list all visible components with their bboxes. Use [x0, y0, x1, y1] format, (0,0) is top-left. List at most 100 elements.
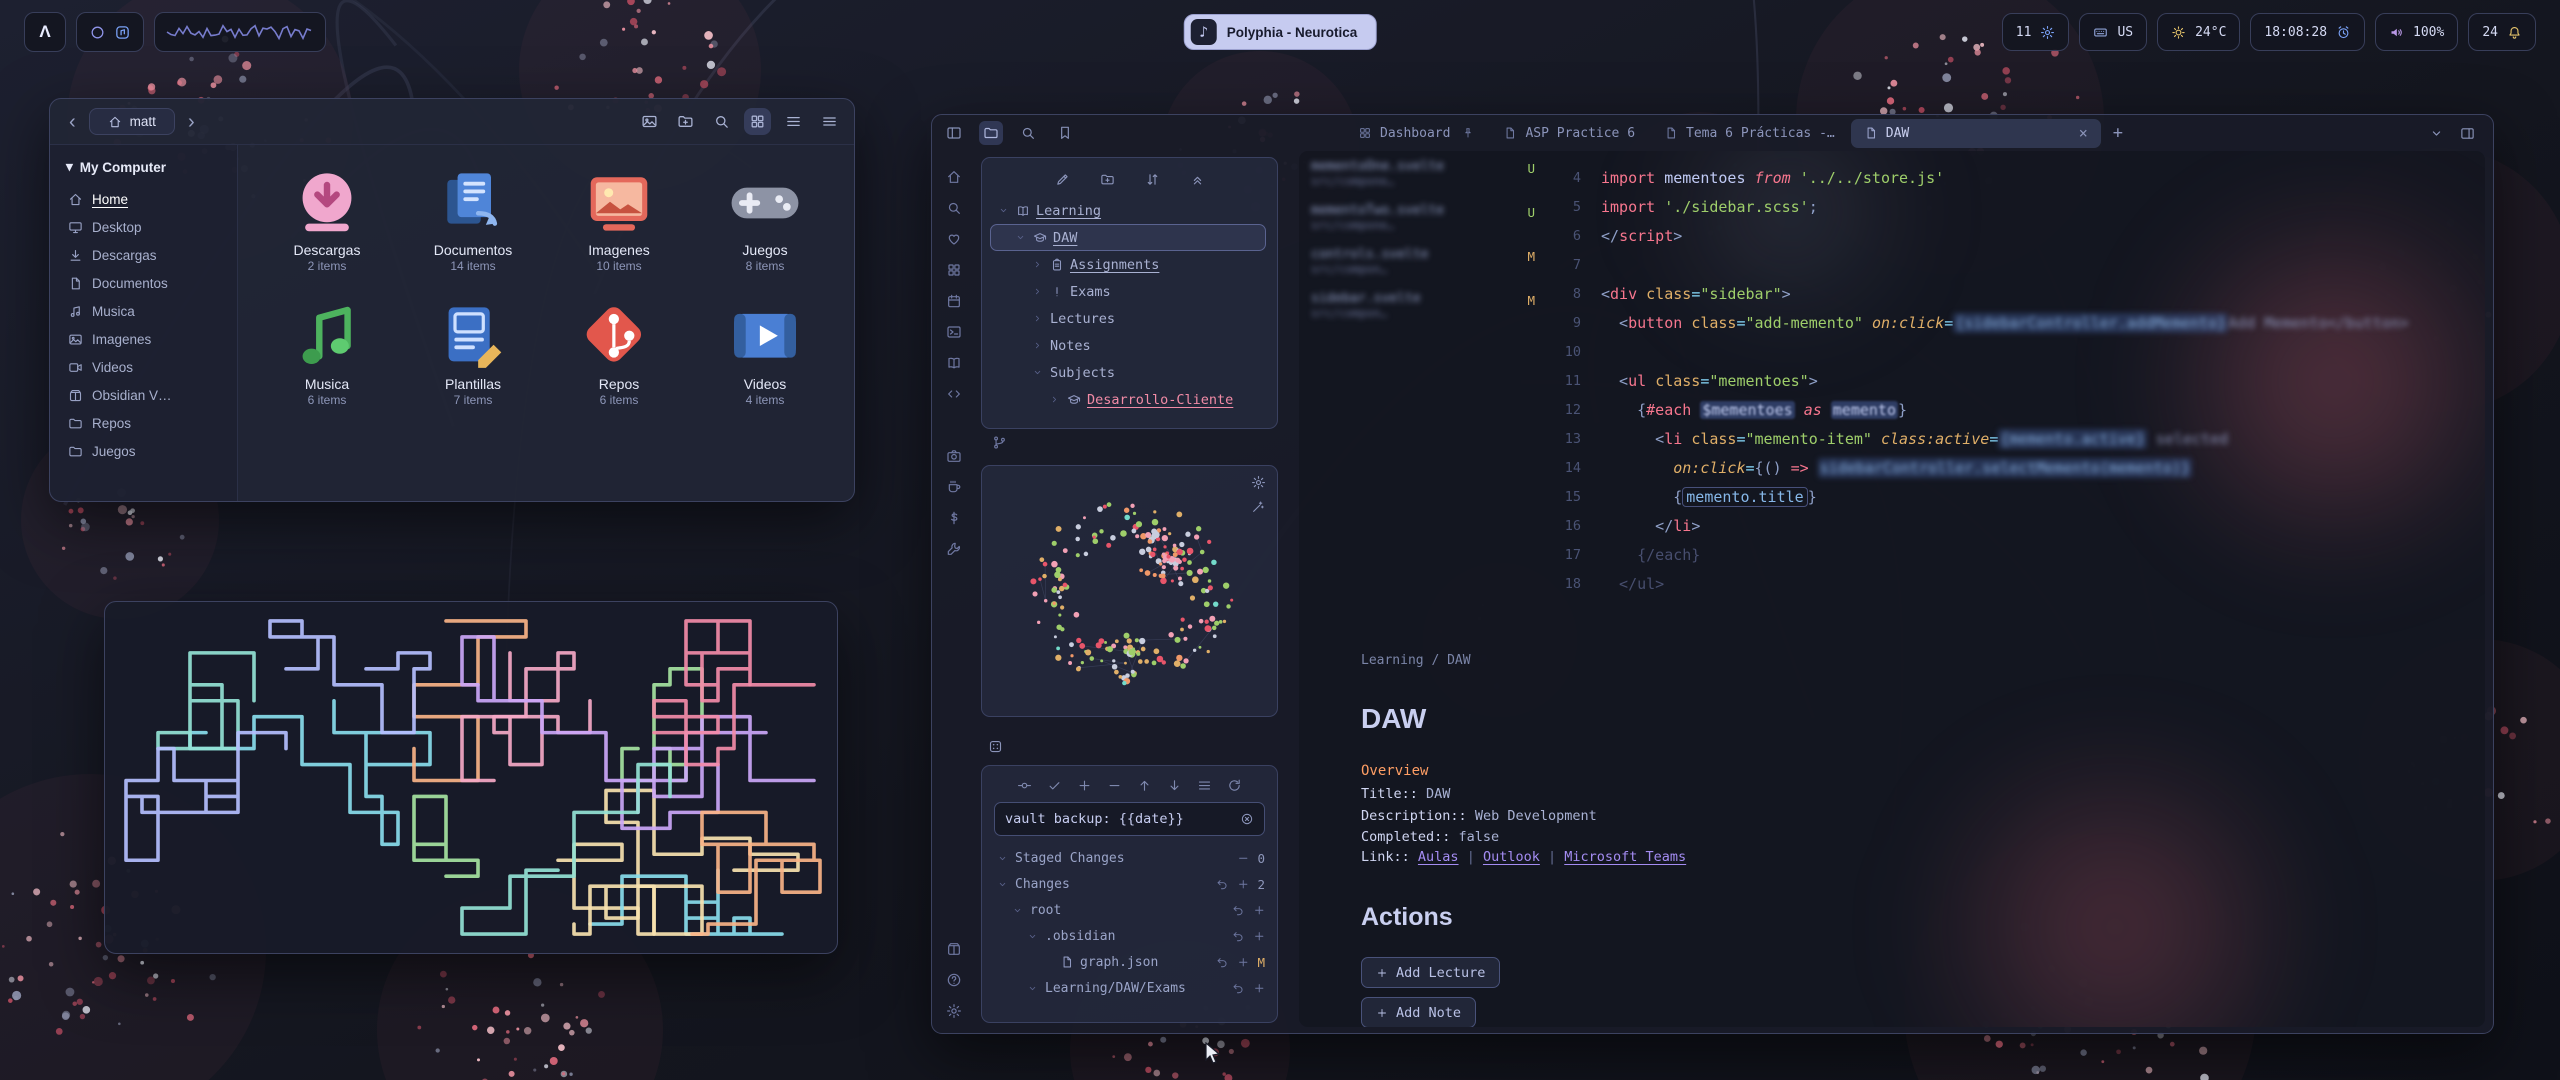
new-folder-icon[interactable] [1100, 172, 1115, 187]
folder-Plantillas[interactable]: Plantillas7 items [400, 293, 546, 415]
git-branch-icon[interactable] [992, 435, 1007, 450]
activity-tools-icon[interactable] [946, 541, 962, 557]
stage-all-icon[interactable] [1077, 778, 1092, 793]
collapse-all-icon[interactable] [1190, 172, 1205, 187]
grid-view-icon[interactable] [744, 108, 771, 135]
tab-Tema 6 Prácticas -…[interactable]: Tema 6 Prácticas -… [1651, 119, 1848, 148]
sidebar-item-Imagenes[interactable]: Imagenes [60, 325, 227, 353]
activity-code-icon[interactable] [946, 386, 962, 402]
editor-pane[interactable]: mementoOne.sveltesrc/compone…UmementoTwo… [1299, 151, 2485, 1027]
activity-help-icon[interactable] [946, 972, 962, 988]
sidebar-toggle-icon[interactable] [942, 121, 966, 145]
tab-ASP Practice 6[interactable]: ASP Practice 6 [1490, 119, 1648, 148]
new-tab-button[interactable]: + [2104, 123, 2132, 143]
tree-item-Learning[interactable]: Learning [990, 197, 1266, 224]
push-icon[interactable] [1137, 778, 1152, 793]
forward-button[interactable]: › [185, 112, 198, 132]
module-notifications[interactable]: 24 [2468, 13, 2536, 51]
sidebar-item-Home[interactable]: Home [60, 185, 227, 213]
new-folder-icon[interactable] [677, 113, 694, 130]
unstage-all-icon[interactable] [1107, 778, 1122, 793]
tray-app-music-icon[interactable] [114, 24, 131, 41]
plus-icon[interactable] [1253, 930, 1266, 943]
tab-Dashboard[interactable]: Dashboard [1345, 119, 1487, 148]
tree-item-Assignments[interactable]: Assignments [990, 251, 1266, 278]
minus-icon[interactable] [1237, 852, 1250, 865]
commit-all-icon[interactable] [1047, 778, 1062, 793]
activity-vault-icon[interactable] [946, 941, 962, 957]
source-control-pane-icon[interactable] [988, 739, 1003, 754]
tree-item-Notes[interactable]: Notes [990, 332, 1266, 359]
activity-finance-icon[interactable] [946, 510, 962, 526]
discard-icon[interactable] [1232, 904, 1245, 917]
commit-message-input[interactable] [1005, 811, 1232, 827]
module-updates[interactable]: 11 [2002, 13, 2070, 51]
change-list-icon[interactable] [1197, 778, 1212, 793]
activity-camera-icon[interactable] [946, 448, 962, 464]
list-view-icon[interactable] [785, 113, 802, 130]
tree-item-Subjects[interactable]: Subjects [990, 359, 1266, 386]
link-Aulas[interactable]: Aulas [1418, 849, 1459, 865]
git-row-Learning/DAW/Exams[interactable]: Learning/DAW/Exams [994, 975, 1265, 1001]
tab-DAW[interactable]: DAW× [1851, 119, 2101, 148]
sidebar-item-Obsidian V…[interactable]: Obsidian V… [60, 381, 227, 409]
activity-book-icon[interactable] [946, 355, 962, 371]
files-icon[interactable] [979, 121, 1003, 145]
folder-Musica[interactable]: Musica6 items [254, 293, 400, 415]
button-Add Note[interactable]: Add Note [1361, 997, 1476, 1027]
clear-message-icon[interactable] [1240, 812, 1254, 826]
tab-list-icon[interactable] [2429, 126, 2444, 141]
module-keyboard-layout[interactable]: US [2079, 13, 2147, 51]
activity-settings-icon[interactable] [946, 1003, 962, 1019]
git-row-Staged Changes[interactable]: Staged Changes0 [994, 845, 1265, 871]
split-editor-icon[interactable] [2460, 126, 2475, 141]
plus-icon[interactable] [1253, 904, 1266, 917]
search-icon[interactable] [1016, 121, 1040, 145]
activity-search-icon[interactable] [946, 200, 962, 216]
tree-item-DAW[interactable]: DAW [990, 224, 1266, 251]
git-row-graph.json[interactable]: graph.jsonM [994, 949, 1265, 975]
folder-Juegos[interactable]: Juegos8 items [692, 159, 838, 281]
sidebar-item-Descargas[interactable]: Descargas [60, 241, 227, 269]
sidebar-item-Videos[interactable]: Videos [60, 353, 227, 381]
sidebar-item-Juegos[interactable]: Juegos [60, 437, 227, 465]
sidebar-item-Documentos[interactable]: Documentos [60, 269, 227, 297]
search-icon[interactable] [713, 113, 730, 130]
sidebar-item-Desktop[interactable]: Desktop [60, 213, 227, 241]
breadcrumb[interactable]: matt [89, 108, 175, 135]
git-row-.obsidian[interactable]: .obsidian [994, 923, 1265, 949]
activity-bookmark-heart-icon[interactable] [946, 231, 962, 247]
activity-terminal-icon[interactable] [946, 324, 962, 340]
graph-settings-icon[interactable] [1251, 475, 1266, 490]
activity-home-icon[interactable] [946, 169, 962, 185]
button-Add Lecture[interactable]: Add Lecture [1361, 957, 1500, 988]
sidebar-item-Repos[interactable]: Repos [60, 409, 227, 437]
folder-Videos[interactable]: Videos4 items [692, 293, 838, 415]
activity-calendar-icon[interactable] [946, 293, 962, 309]
bookmarks-icon[interactable] [1053, 121, 1077, 145]
graph-filter-icon[interactable] [1251, 500, 1265, 514]
launcher-button[interactable]: Λ [24, 12, 66, 52]
commit-icon[interactable] [1017, 778, 1032, 793]
now-playing-widget[interactable]: ♪ Polyphia - Neurotica [1184, 14, 1377, 50]
folder-Documentos[interactable]: Documentos14 items [400, 159, 546, 281]
new-note-icon[interactable] [1055, 172, 1070, 187]
menu-icon[interactable] [821, 113, 838, 130]
folder-Descargas[interactable]: Descargas2 items [254, 159, 400, 281]
discard-icon[interactable] [1216, 956, 1229, 969]
link-Outlook[interactable]: Outlook [1483, 849, 1540, 865]
screenshot-icon[interactable] [641, 113, 658, 130]
plus-icon[interactable] [1253, 982, 1266, 995]
back-button[interactable]: ‹ [66, 112, 79, 132]
plus-icon[interactable] [1237, 878, 1250, 891]
git-row-root[interactable]: root [994, 897, 1265, 923]
activity-dashboard-grid-icon[interactable] [946, 262, 962, 278]
discard-icon[interactable] [1232, 930, 1245, 943]
tree-item-Lectures[interactable]: Lectures [990, 305, 1266, 332]
sidebar-item-Musica[interactable]: Musica [60, 297, 227, 325]
sort-order-icon[interactable] [1145, 172, 1160, 187]
tree-item-Exams[interactable]: Exams [990, 278, 1266, 305]
link-Microsoft Teams[interactable]: Microsoft Teams [1564, 849, 1686, 865]
module-volume[interactable]: 100% [2375, 13, 2458, 51]
module-weather[interactable]: 24°C [2157, 13, 2240, 51]
